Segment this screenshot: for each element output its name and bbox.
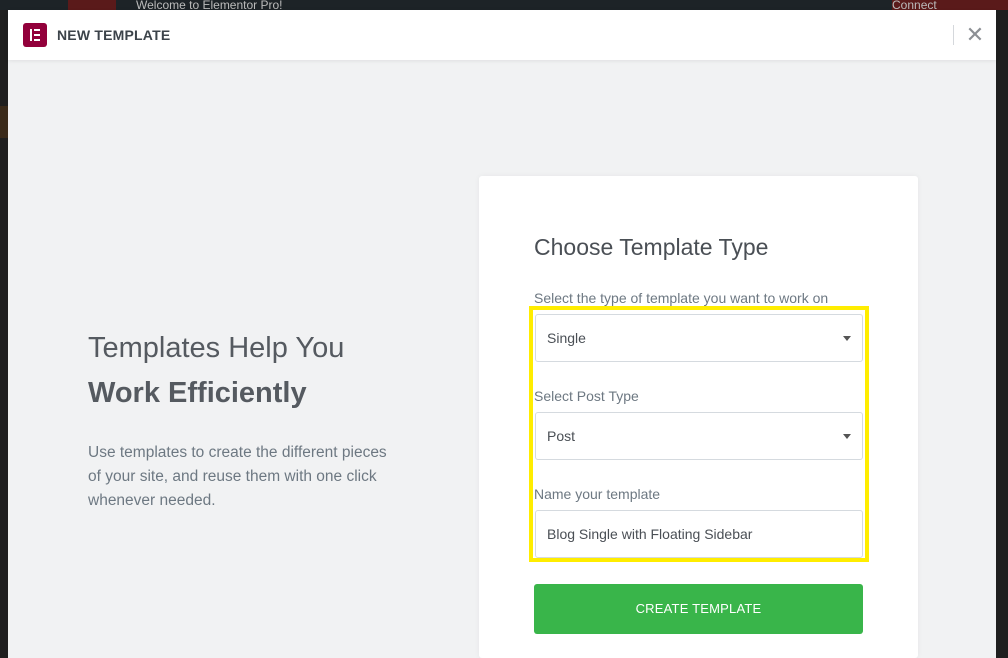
create-template-button[interactable]: CREATE TEMPLATE	[534, 584, 863, 634]
template-type-label: Select the type of template you want to …	[534, 290, 829, 306]
modal-header: NEW TEMPLATE ✕	[8, 10, 996, 60]
post-type-value: Post	[547, 428, 576, 444]
post-type-select[interactable]: Post	[535, 412, 863, 460]
modal-title: NEW TEMPLATE	[57, 27, 171, 43]
admin-notice-text: Welcome to Elementor Pro!	[136, 0, 283, 10]
template-form-card: Choose Template Type Select the type of …	[479, 176, 918, 658]
admin-notice-badge	[68, 0, 116, 10]
intro-heading-line1: Templates Help You	[88, 332, 345, 364]
template-type-select[interactable]: Single	[535, 314, 863, 362]
template-type-value: Single	[547, 330, 586, 346]
elementor-logo-icon	[23, 23, 47, 47]
template-name-input[interactable]: Blog Single with Floating Sidebar	[535, 510, 863, 558]
chevron-down-icon	[843, 434, 851, 439]
template-name-label: Name your template	[534, 486, 661, 502]
intro-heading-line2: Work Efficiently	[88, 377, 307, 409]
form-title: Choose Template Type	[534, 234, 769, 260]
intro-description: Use templates to create the different pi…	[88, 444, 387, 509]
connect-button[interactable]: Connect	[892, 0, 1008, 10]
chevron-down-icon	[843, 336, 851, 341]
intro-heading: Templates Help You Work Efficiently	[88, 326, 344, 416]
post-type-label: Select Post Type	[534, 388, 639, 404]
new-template-modal: NEW TEMPLATE ✕ Templates Help You Work E…	[8, 10, 996, 658]
header-divider	[953, 25, 954, 45]
close-icon[interactable]: ✕	[963, 22, 987, 48]
admin-sidebar-edge	[0, 10, 8, 658]
admin-right-edge	[996, 10, 1008, 658]
template-name-value: Blog Single with Floating Sidebar	[547, 526, 753, 542]
